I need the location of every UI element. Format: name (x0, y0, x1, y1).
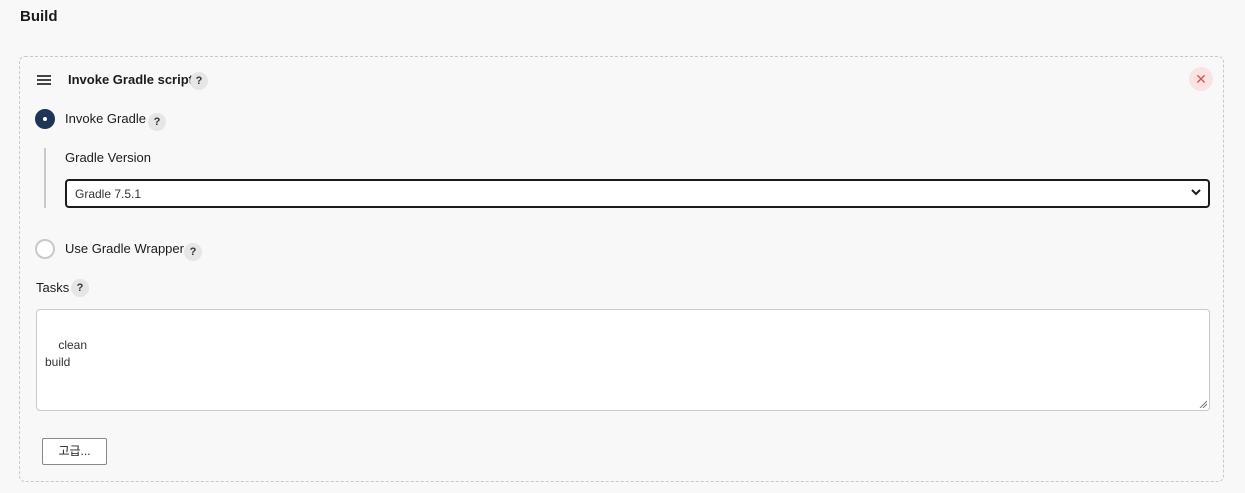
use-gradle-wrapper-radio[interactable] (35, 239, 55, 259)
gradle-step-card: Invoke Gradle script ? ✕ Invoke Gradle ?… (19, 56, 1224, 482)
help-icon[interactable]: ? (184, 243, 202, 261)
drag-handle-icon[interactable] (37, 75, 51, 85)
nested-indicator (44, 148, 46, 208)
use-gradle-wrapper-label[interactable]: Use Gradle Wrapper (65, 241, 184, 256)
tasks-value: clean build (45, 338, 88, 369)
gradle-version-value: Gradle 7.5.1 (75, 187, 142, 201)
gradle-version-label: Gradle Version (65, 150, 151, 165)
invoke-gradle-radio[interactable] (35, 109, 55, 129)
tasks-textarea[interactable]: clean build (36, 309, 1210, 411)
gradle-version-select[interactable]: Gradle 7.5.1 (65, 179, 1210, 208)
close-icon[interactable]: ✕ (1189, 67, 1213, 91)
help-icon[interactable]: ? (148, 113, 166, 131)
step-title: Invoke Gradle script (68, 72, 193, 87)
section-title: Build (20, 8, 58, 25)
invoke-gradle-label[interactable]: Invoke Gradle (65, 111, 146, 126)
help-icon[interactable]: ? (71, 279, 89, 297)
tasks-label: Tasks (36, 280, 70, 295)
resize-handle-icon[interactable] (1199, 400, 1207, 408)
advanced-button[interactable]: 고급... (42, 438, 107, 465)
help-icon[interactable]: ? (190, 72, 208, 90)
chevron-down-icon (1191, 189, 1201, 196)
